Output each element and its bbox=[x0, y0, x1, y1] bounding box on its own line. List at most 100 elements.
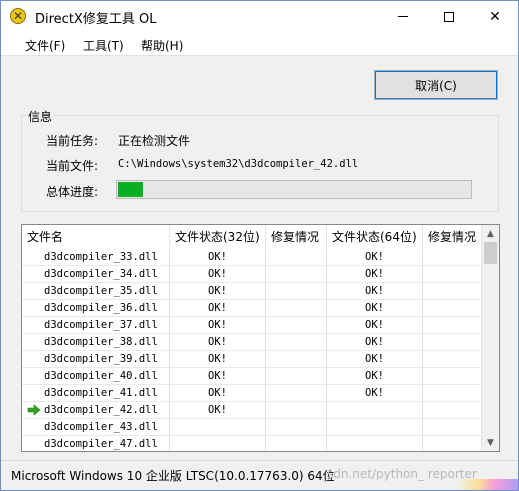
cell-repair64 bbox=[423, 385, 482, 402]
cell-status64: OK! bbox=[327, 266, 423, 283]
info-group-title: 信息 bbox=[26, 108, 55, 125]
cell-status64: OK! bbox=[327, 317, 423, 334]
cell-status32: OK! bbox=[170, 317, 266, 334]
cell-repair32 bbox=[266, 351, 327, 368]
cell-status64 bbox=[327, 436, 423, 451]
table-row[interactable]: d3dcompiler_33.dll OK! OK! bbox=[22, 249, 482, 266]
cell-repair64 bbox=[423, 300, 482, 317]
cell-repair64 bbox=[423, 419, 482, 436]
col-header-filename[interactable]: 文件名 bbox=[22, 225, 170, 248]
table-row[interactable]: d3dcompiler_38.dll OK! OK! bbox=[22, 334, 482, 351]
scroll-thumb[interactable] bbox=[484, 242, 497, 264]
cell-status32: OK! bbox=[170, 368, 266, 385]
table-row[interactable]: d3dcompiler_36.dll OK! OK! bbox=[22, 300, 482, 317]
minimize-icon bbox=[398, 16, 408, 17]
cell-status32: OK! bbox=[170, 385, 266, 402]
cell-filename: d3dcompiler_37.dll bbox=[22, 317, 170, 334]
maximize-icon bbox=[444, 11, 454, 22]
table-row[interactable]: d3dcompiler_41.dll OK! OK! bbox=[22, 385, 482, 402]
cell-repair64 bbox=[423, 351, 482, 368]
cell-repair64 bbox=[423, 249, 482, 266]
col-header-repair32[interactable]: 修复情况 bbox=[266, 225, 327, 248]
cell-repair32 bbox=[266, 249, 327, 266]
cell-filename: d3dcompiler_38.dll bbox=[22, 334, 170, 351]
cell-filename: d3dcompiler_36.dll bbox=[22, 300, 170, 317]
cell-filename: d3dcompiler_39.dll bbox=[22, 351, 170, 368]
current-file-label: 当前文件: bbox=[46, 159, 99, 173]
minimize-button[interactable] bbox=[380, 1, 426, 32]
cell-status32: OK! bbox=[170, 283, 266, 300]
cell-repair64 bbox=[423, 436, 482, 451]
cell-filename: d3dcompiler_35.dll bbox=[22, 283, 170, 300]
cell-status32 bbox=[170, 419, 266, 436]
menu-file[interactable]: 文件(F) bbox=[25, 37, 65, 54]
cell-status32: OK! bbox=[170, 266, 266, 283]
cell-repair64 bbox=[423, 368, 482, 385]
cell-repair64 bbox=[423, 266, 482, 283]
cell-filename: d3dcompiler_41.dll bbox=[22, 385, 170, 402]
close-icon: ✕ bbox=[489, 8, 501, 25]
cell-status64: OK! bbox=[327, 283, 423, 300]
cell-filename: d3dcompiler_43.dll bbox=[22, 419, 170, 436]
cell-repair64 bbox=[423, 334, 482, 351]
cell-filename: d3dcompiler_33.dll bbox=[22, 249, 170, 266]
cell-status64: OK! bbox=[327, 334, 423, 351]
cell-repair32 bbox=[266, 402, 327, 419]
table-row[interactable]: d3dcompiler_34.dll OK! OK! bbox=[22, 266, 482, 283]
watermark-text: sdn.net/python_ reporter bbox=[327, 467, 477, 481]
os-version-text: Microsoft Windows 10 企业版 LTSC(10.0.17763… bbox=[11, 469, 335, 483]
list-header: 文件名 文件状态(32位) 修复情况 文件状态(64位) 修复情况 bbox=[22, 225, 482, 248]
cell-status32: OK! bbox=[170, 300, 266, 317]
cell-repair64 bbox=[423, 402, 482, 419]
cell-repair32 bbox=[266, 385, 327, 402]
cell-status32: OK! bbox=[170, 249, 266, 266]
cell-status32: OK! bbox=[170, 402, 266, 419]
scroll-up-button[interactable]: ▲ bbox=[482, 225, 499, 242]
col-header-status32[interactable]: 文件状态(32位) bbox=[170, 225, 266, 248]
cancel-button[interactable]: 取消(C) bbox=[374, 70, 498, 100]
cell-repair32 bbox=[266, 300, 327, 317]
directx-app-icon bbox=[10, 8, 26, 24]
cell-repair32 bbox=[266, 334, 327, 351]
cell-repair32 bbox=[266, 283, 327, 300]
col-header-repair64[interactable]: 修复情况 bbox=[423, 225, 482, 248]
table-row[interactable]: d3dcompiler_42.dll OK! bbox=[22, 402, 482, 419]
current-task-value: 正在检测文件 bbox=[118, 134, 191, 148]
table-row[interactable]: d3dcompiler_35.dll OK! OK! bbox=[22, 283, 482, 300]
menu-help[interactable]: 帮助(H) bbox=[141, 37, 183, 54]
scroll-down-button[interactable]: ▼ bbox=[482, 434, 499, 451]
cell-status64: OK! bbox=[327, 385, 423, 402]
cell-status64: OK! bbox=[327, 368, 423, 385]
vertical-scrollbar[interactable]: ▲ ▼ bbox=[482, 225, 499, 451]
cell-repair64 bbox=[423, 317, 482, 334]
status-bar: Microsoft Windows 10 企业版 LTSC(10.0.17763… bbox=[1, 460, 518, 490]
desktop-background-strip bbox=[457, 479, 518, 490]
table-row[interactable]: d3dcompiler_39.dll OK! OK! bbox=[22, 351, 482, 368]
file-list[interactable]: 文件名 文件状态(32位) 修复情况 文件状态(64位) 修复情况 d3dcom… bbox=[21, 224, 500, 452]
current-task-label: 当前任务: bbox=[46, 134, 99, 148]
cell-repair32 bbox=[266, 368, 327, 385]
cell-status64: OK! bbox=[327, 300, 423, 317]
close-button[interactable]: ✕ bbox=[472, 1, 518, 32]
table-row[interactable]: d3dcompiler_43.dll bbox=[22, 419, 482, 436]
cell-repair32 bbox=[266, 436, 327, 451]
table-row[interactable]: d3dcompiler_37.dll OK! OK! bbox=[22, 317, 482, 334]
cell-repair32 bbox=[266, 317, 327, 334]
title-bar[interactable]: DirectX修复工具 OL ✕ bbox=[1, 1, 518, 32]
table-row[interactable]: d3dcompiler_40.dll OK! OK! bbox=[22, 368, 482, 385]
cell-filename: d3dcompiler_34.dll bbox=[22, 266, 170, 283]
overall-progress-bar bbox=[116, 180, 472, 199]
table-row[interactable]: d3dcompiler_47.dll bbox=[22, 436, 482, 451]
cell-status64 bbox=[327, 402, 423, 419]
menu-tools[interactable]: 工具(T) bbox=[83, 37, 124, 54]
cell-status64: OK! bbox=[327, 351, 423, 368]
progress-fill bbox=[118, 182, 143, 197]
cell-repair32 bbox=[266, 266, 327, 283]
cell-status64: OK! bbox=[327, 249, 423, 266]
current-file-arrow-icon bbox=[27, 404, 41, 416]
cell-status32: OK! bbox=[170, 334, 266, 351]
overall-progress-label: 总体进度: bbox=[46, 185, 99, 199]
col-header-status64[interactable]: 文件状态(64位) bbox=[327, 225, 423, 248]
cell-filename: d3dcompiler_47.dll bbox=[22, 436, 170, 451]
maximize-button[interactable] bbox=[426, 1, 472, 32]
